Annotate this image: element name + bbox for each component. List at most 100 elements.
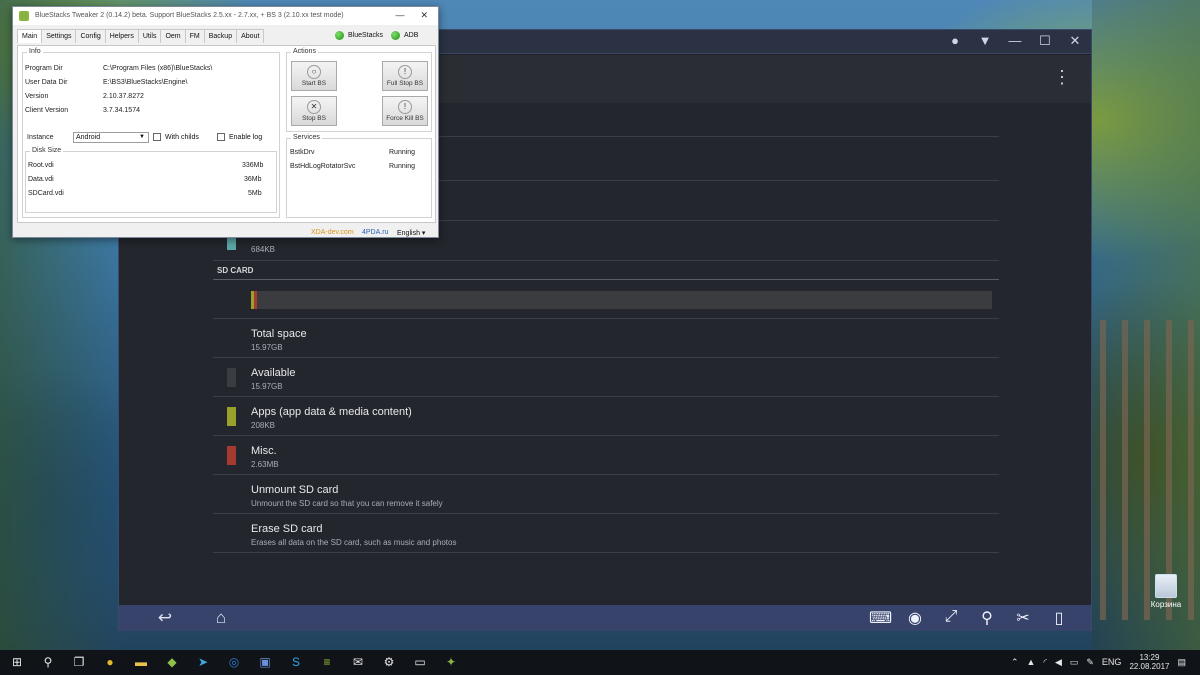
tab-main[interactable]: Main (17, 29, 43, 43)
list-item-unmount-sd[interactable]: Unmount SD card Unmount the SD card so t… (213, 475, 999, 514)
list-item-total-space: Total space 15.97GB (213, 319, 999, 358)
misc-color-swatch (227, 446, 236, 465)
search-icon[interactable]: ⚲ (39, 654, 57, 671)
adb-status: ADB (391, 31, 418, 40)
tab-utils[interactable]: Utils (137, 29, 162, 43)
maximize-button[interactable]: ☐ (1037, 33, 1053, 49)
chrome-icon[interactable]: ● (101, 654, 119, 671)
service-name: BstkDrv (290, 149, 315, 156)
overflow-menu-icon[interactable]: ⋮ (1053, 67, 1071, 88)
minimize-button[interactable]: — (1007, 33, 1023, 49)
sd-usage-bar-row (213, 280, 999, 319)
bluestacks-taskbar-icon[interactable]: ◆ (163, 654, 181, 671)
tab-helpers[interactable]: Helpers (104, 29, 139, 43)
chevron-down-icon: ▾ (421, 230, 426, 237)
start-bs-label: Start BS (301, 80, 327, 87)
home-icon[interactable]: ⌂ (211, 608, 231, 628)
scissors-icon[interactable]: ✂ (1013, 608, 1033, 628)
recycle-bin-desktop-icon[interactable]: Корзина (1146, 574, 1186, 609)
list-item-apps[interactable]: Apps (app data & media content) 208KB (213, 397, 999, 436)
force-kill-bs-button[interactable]: ! Force Kill BS (382, 96, 428, 126)
language-select[interactable]: English ▾ (397, 229, 425, 237)
mail-icon[interactable]: ✉ (349, 654, 367, 671)
keyboard-icon[interactable]: ⌨ (869, 608, 892, 628)
fullscreen-icon[interactable]: ⤢ (941, 608, 961, 628)
full-stop-bs-button[interactable]: ! Full Stop BS (382, 61, 428, 91)
service-name: BstHdLogRotatorSvc (290, 163, 356, 170)
clock-time: 13:29 (1139, 653, 1160, 662)
info-group-title: Info (27, 48, 43, 55)
unmount-sd-label: Unmount SD card (251, 484, 339, 496)
tweaker-close-button[interactable]: ✕ (420, 10, 428, 21)
sd-card-header-row: SD CARD (213, 261, 999, 280)
location-pin-icon[interactable]: ⚲ (977, 608, 997, 628)
list-item-misc[interactable]: Misc. 2.63MB (213, 436, 999, 475)
available-color-swatch (227, 368, 236, 387)
tray-chevron-up-icon[interactable]: ⌃ (1011, 657, 1019, 668)
disk-size-title: Disk Size (30, 147, 64, 154)
services-group: Services BstkDrv Running BstHdLogRotator… (286, 134, 432, 218)
task-view-icon[interactable]: ❐ (70, 654, 88, 671)
notification-app-icon[interactable]: ✎ (1086, 657, 1094, 668)
enable-log-checkbox[interactable]: Enable log (217, 133, 262, 141)
stop-bs-button[interactable]: ✕ Stop BS (291, 96, 337, 126)
misc-value: 2.63MB (251, 460, 279, 469)
tab-settings[interactable]: Settings (41, 29, 77, 43)
eye-icon[interactable]: ◉ (905, 608, 925, 628)
list-item-erase-sd[interactable]: Erase SD card Erases all data on the SD … (213, 514, 999, 553)
with-childs-label: With childs (165, 133, 199, 141)
battery-icon[interactable]: ▭ (1070, 657, 1079, 668)
tab-fm[interactable]: FM (184, 29, 205, 43)
back-arrow-icon[interactable]: ↩ (155, 608, 175, 628)
wifi-icon[interactable]: ◜ (1043, 657, 1047, 668)
enable-log-checkbox-box[interactable] (217, 133, 225, 141)
clock[interactable]: 13:29 22.08.2017 (1129, 653, 1169, 671)
windows-start-icon[interactable]: ⊞ (8, 654, 26, 671)
volume-icon[interactable]: ◀ (1055, 657, 1062, 668)
stop-icon: ✕ (307, 100, 321, 114)
sd-card-header: SD CARD (217, 266, 254, 275)
list-item-available[interactable]: Available 15.97GB (213, 358, 999, 397)
close-button[interactable]: ✕ (1067, 33, 1083, 49)
settings-gear-icon[interactable]: ⚙ (380, 654, 398, 671)
dropdown-icon[interactable]: ▼ (977, 33, 993, 49)
tab-config[interactable]: Config (75, 29, 106, 43)
apps-color-swatch (227, 407, 236, 426)
system-tray: ⌃ ▲ ◜ ◀ ▭ ✎ ENG 13:29 22.08.2017 ▤ (1011, 653, 1186, 671)
tweaker-footer: XDA-dev.com 4PDA.ru English ▾ (13, 227, 438, 238)
available-label: Available (251, 367, 296, 379)
with-childs-checkbox[interactable]: With childs (153, 133, 199, 141)
account-icon[interactable]: ● (947, 33, 963, 49)
tweaker-minimize-button[interactable]: — (395, 10, 404, 21)
adb-status-label: ADB (404, 32, 419, 39)
start-bs-button[interactable]: ○ Start BS (291, 61, 337, 91)
instance-select[interactable]: Android ▼ (73, 132, 149, 143)
tweaker-taskbar-icon[interactable]: ✦ (442, 654, 460, 671)
with-childs-checkbox-box[interactable] (153, 133, 161, 141)
data-vdi-label: Data.vdi (28, 176, 54, 183)
xda-link[interactable]: XDA-dev.com (311, 229, 354, 236)
4pda-link[interactable]: 4PDA.ru (362, 229, 388, 236)
tab-oem[interactable]: Oem (160, 29, 186, 43)
stack-layers-icon[interactable]: ≡ (318, 654, 336, 671)
bluestacks-status-label: BlueStacks (348, 32, 384, 39)
client-version-label: Client Version (25, 107, 69, 114)
language-indicator[interactable]: ENG (1102, 657, 1122, 667)
telegram-icon[interactable]: ➤ (194, 654, 212, 671)
service-status: Running (389, 163, 416, 170)
sdcard-vdi-label: SDCard.vdi (28, 190, 64, 197)
tab-about[interactable]: About (236, 29, 265, 43)
teamviewer-icon[interactable]: ◎ (225, 654, 243, 671)
user-data-dir-label: User Data Dir (25, 79, 68, 86)
save-disk-icon[interactable]: ▣ (256, 654, 274, 671)
erase-sd-description: Erases all data on the SD card, such as … (251, 538, 457, 547)
terminal-icon[interactable]: ▭ (411, 654, 429, 671)
skype-icon[interactable]: S (287, 654, 305, 671)
rotate-device-icon[interactable]: ▯ (1049, 608, 1069, 628)
service-status: Running (389, 149, 416, 156)
file-explorer-icon[interactable]: ▬ (132, 654, 150, 671)
tray-app-icon[interactable]: ▲ (1027, 657, 1036, 667)
total-space-label: Total space (251, 328, 307, 340)
action-center-icon[interactable]: ▤ (1177, 657, 1186, 668)
tab-backup[interactable]: Backup (203, 29, 238, 43)
